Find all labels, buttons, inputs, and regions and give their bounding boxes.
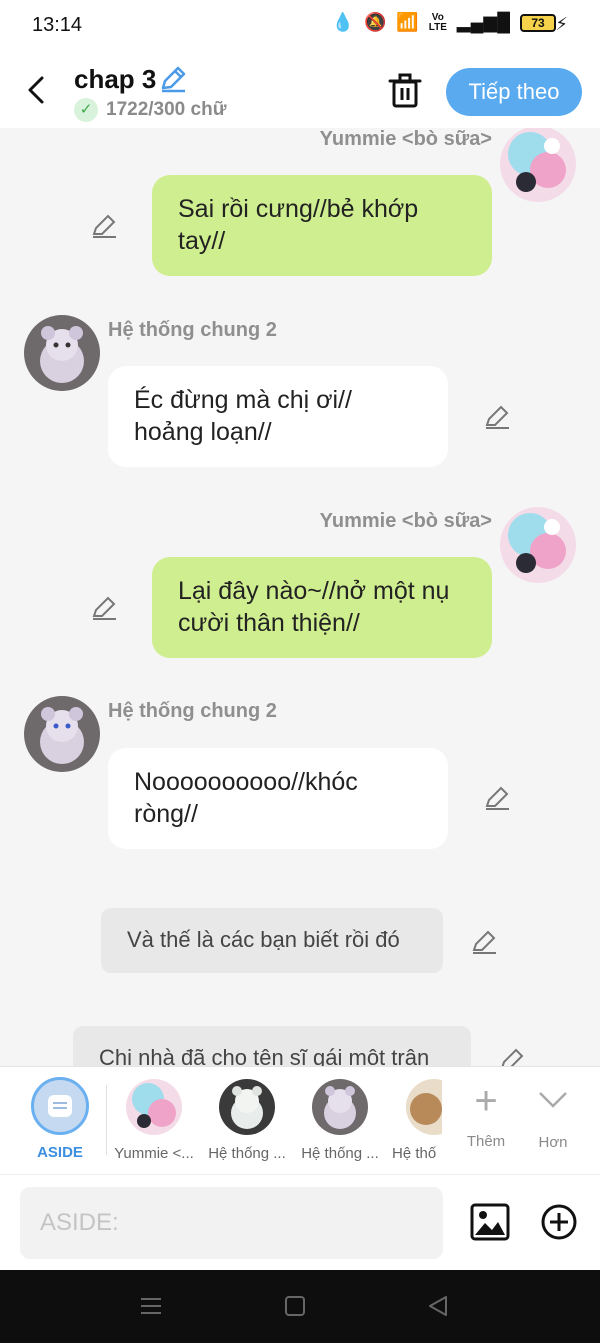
edit-message-pencil-icon[interactable] <box>90 212 118 240</box>
add-character-button[interactable]: + Thêm <box>456 1081 516 1150</box>
battery-icon: 73 <box>520 13 556 32</box>
chevron-down-icon <box>539 1092 567 1108</box>
avatar <box>219 1079 275 1135</box>
speaker-name: Hệ thống chung 2 <box>108 319 277 341</box>
character-he-thong-2[interactable]: Hệ thống ... <box>299 1079 381 1162</box>
status-icons: 💧 🔕 📶 Vo LTE ▂▄▆█ 73 <box>332 12 556 33</box>
edit-title-pencil-icon[interactable] <box>158 64 188 94</box>
character-label: Yummie <... <box>114 1145 194 1162</box>
aside-speaker-icon[interactable] <box>31 1077 89 1135</box>
expand-label: Hơn <box>538 1134 568 1151</box>
speaker-name: Yummie <bò sữa> <box>319 510 492 532</box>
edit-message-pencil-icon[interactable] <box>90 594 118 622</box>
speaker-name: Yummie <bò sữa> <box>319 128 492 150</box>
system-nav-bar <box>0 1270 600 1343</box>
aside-bubble[interactable]: Chị nhà đã cho tên sĩ gái một trận <box>73 1026 471 1066</box>
menu-icon[interactable] <box>138 1294 164 1318</box>
character-label: Hệ thống ... <box>301 1145 379 1162</box>
avatar-he-thong[interactable] <box>24 315 100 391</box>
home-icon[interactable] <box>282 1294 308 1318</box>
add-character-label: Thêm <box>466 1133 506 1150</box>
edit-message-pencil-icon[interactable] <box>498 1046 526 1066</box>
trash-icon[interactable] <box>388 72 422 108</box>
message-bubble[interactable]: Noooooooooo//khóc ròng// <box>108 748 448 849</box>
back-triangle-icon[interactable] <box>426 1294 452 1318</box>
character-label: Hệ thố <box>392 1145 437 1162</box>
back-arrow-icon[interactable] <box>22 70 50 110</box>
avatar-yummie[interactable] <box>500 128 576 202</box>
expand-characters-button[interactable]: Hơn <box>523 1081 583 1151</box>
character-label: Hệ thống ... <box>208 1145 286 1162</box>
character-he-thong-1[interactable]: Hệ thống ... <box>206 1079 288 1162</box>
status-bar: 13:14 💧 🔕 📶 Vo LTE ▂▄▆█ 73 ⚡ <box>0 0 600 52</box>
charging-icon: ⚡ <box>555 14 568 34</box>
volte-icon: Vo LTE <box>428 11 447 33</box>
check-icon: ✓ <box>74 98 98 122</box>
message-bubble[interactable]: Sai rồi cưng//bẻ khớp tay// <box>152 175 492 276</box>
character-yummie[interactable]: Yummie <... <box>113 1079 195 1162</box>
wifi-icon: 📶 <box>396 12 419 32</box>
character-he-thong-3[interactable]: Hệ thố <box>392 1079 442 1162</box>
message-input[interactable] <box>20 1187 443 1259</box>
message-bubble[interactable]: Lại đây nào~//nở một nụ cười thân thiện/… <box>152 557 492 658</box>
image-icon[interactable] <box>470 1203 510 1241</box>
clock: 13:14 <box>32 14 83 36</box>
signal-icon: ▂▄▆█ <box>456 12 510 32</box>
plus-icon: + <box>474 1079 498 1123</box>
message-bubble[interactable]: Éc đừng mà chị ơi// hoảng loạn// <box>108 366 448 467</box>
editor-header: chap 3 ✓ 1722/300 chữ Tiếp theo <box>0 52 600 128</box>
mute-icon: 🔕 <box>363 12 387 32</box>
aside-bubble[interactable]: Và thế là các bạn biết rồi đó <box>101 908 443 973</box>
divider <box>106 1085 107 1155</box>
chat-area[interactable]: Yummie <bò sữa> Sai rồi cưng//bẻ khớp ta… <box>0 128 600 1066</box>
chapter-title[interactable]: chap 3 <box>74 64 156 95</box>
avatar <box>406 1079 442 1135</box>
avatar-he-thong[interactable] <box>24 696 100 772</box>
edit-message-pencil-icon[interactable] <box>470 928 498 956</box>
word-count-row: ✓ 1722/300 chữ <box>74 98 226 122</box>
avatar <box>312 1079 368 1135</box>
water-drop-icon: 💧 <box>331 12 354 32</box>
aside-label[interactable]: ASIDE <box>30 1144 90 1161</box>
avatar <box>126 1079 182 1135</box>
speaker-name: Hệ thống chung 2 <box>108 700 277 722</box>
input-bar <box>0 1174 600 1270</box>
add-circle-icon[interactable] <box>540 1203 578 1241</box>
avatar-yummie[interactable] <box>500 507 576 583</box>
next-button[interactable]: Tiếp theo <box>446 68 582 116</box>
character-bar: ASIDE Yummie <... Hệ thống ... Hệ thống … <box>0 1066 600 1174</box>
edit-message-pencil-icon[interactable] <box>483 784 511 812</box>
word-count: 1722/300 chữ <box>106 99 227 120</box>
edit-message-pencil-icon[interactable] <box>483 403 511 431</box>
